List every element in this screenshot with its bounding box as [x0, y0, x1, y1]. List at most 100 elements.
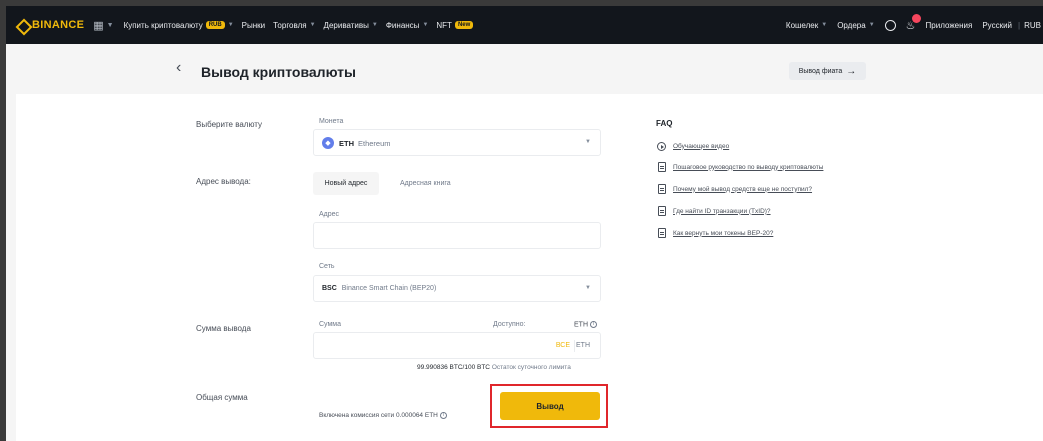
coin-select[interactable]: ◆ ETH Ethereum ▼: [313, 129, 601, 156]
network-select[interactable]: BSC Binance Smart Chain (BEP20) ▼: [313, 275, 601, 302]
menu-buy-crypto[interactable]: Купить криптовалюту RUB ▼: [124, 21, 234, 30]
menu-markets[interactable]: Рынки: [242, 21, 265, 30]
amount-input[interactable]: ВСЕ ETH: [313, 332, 601, 359]
faq-title: FAQ: [656, 119, 673, 128]
logo-text: BINANCE: [32, 19, 85, 31]
menu-label: NFT: [436, 20, 452, 30]
menu-derivatives[interactable]: Деривативы ▼: [324, 21, 378, 30]
back-arrow-icon[interactable]: ‹: [176, 59, 181, 77]
available-label: Доступно:: [493, 321, 526, 328]
menu-wallet[interactable]: Кошелек ▼: [786, 21, 827, 30]
menu-label: Деривативы: [323, 20, 369, 30]
address-input[interactable]: [313, 222, 601, 249]
faq-item-not-received[interactable]: Почему мой вывод средств еще не поступил…: [657, 184, 812, 194]
profile-button[interactable]: [884, 19, 896, 31]
faq-item-bep20[interactable]: Как вернуть мои токены BEP-20?: [657, 228, 773, 238]
coin-selected-value: ◆ ETH Ethereum: [322, 137, 391, 149]
total-section-label: Общая сумма: [196, 393, 248, 402]
page-title: Вывод криптовалюты: [201, 64, 356, 80]
network-selected-value: BSC Binance Smart Chain (BEP20): [322, 285, 436, 292]
faq-link: Почему мой вывод средств еще не поступил…: [673, 185, 813, 193]
fiat-withdraw-button[interactable]: Вывод фиата →: [789, 62, 866, 80]
button-label: Вывод фиата: [798, 67, 843, 75]
chevron-down-icon: ▼: [585, 139, 591, 145]
chevron-down-icon: ▼: [106, 21, 114, 29]
page-frame: BINANCE ▦ ▼ Купить криптовалюту RUB ▼ Ры…: [6, 6, 1043, 441]
currency-section-label: Выберите валюту: [196, 120, 263, 129]
menu-label: Кошелек: [785, 20, 819, 30]
network-label: Сеть: [319, 263, 335, 270]
coin-label: Монета: [319, 118, 344, 125]
faq-link: Как вернуть мои токены BEP-20?: [673, 229, 774, 237]
chevron-down-icon: ▼: [868, 22, 875, 28]
profile-icon: [884, 19, 896, 31]
menu-nft[interactable]: NFT New: [436, 20, 474, 30]
menu-label: Ордера: [837, 20, 866, 30]
chevron-down-icon: ▼: [309, 22, 316, 28]
daily-limit-value: 99.990836 BTC/100 BTC: [417, 364, 490, 371]
input-divider: [574, 340, 575, 352]
faq-link: Обучающее видео: [673, 142, 730, 150]
binance-logo[interactable]: BINANCE: [16, 19, 84, 31]
menu-label: Рынки: [241, 20, 266, 30]
network-name: Binance Smart Chain (BEP20): [341, 285, 437, 292]
menu-label: Купить криптовалюту: [123, 20, 203, 30]
document-icon: [657, 184, 666, 194]
menu-label: Торговля: [273, 20, 307, 30]
nav-divider: |: [1018, 20, 1021, 30]
chevron-down-icon: ▼: [422, 22, 429, 28]
faq-item-guide[interactable]: Пошаговое руководство по выводу криптова…: [657, 162, 823, 172]
currency-badge: RUB: [205, 21, 225, 29]
apps-grid-icon[interactable]: ▦: [93, 19, 103, 32]
withdraw-button[interactable]: Вывод: [500, 392, 600, 420]
document-icon: [657, 206, 666, 216]
currency-selector[interactable]: RUB: [1024, 21, 1041, 30]
nav-right-group: Кошелек ▼ Ордера ▼ ♨ Приложения Русский …: [776, 6, 1043, 44]
withdraw-panel: Выберите валюту Монета ◆ ETH Ethereum ▼ …: [16, 94, 1043, 441]
faq-item-txid[interactable]: Где найти ID транзакции (TxID)?: [657, 206, 771, 216]
fee-text: Включена комиссия сети 0.000064 ETH i: [319, 412, 447, 419]
faq-link: Где найти ID транзакции (TxID)?: [673, 207, 771, 215]
faq-link: Пошаговое руководство по выводу криптова…: [673, 163, 824, 171]
notification-dot: [911, 13, 921, 23]
tab-label: Новый адрес: [324, 180, 368, 187]
language-selector[interactable]: Русский: [982, 21, 1012, 30]
tab-address-book[interactable]: Адресная книга: [400, 180, 451, 187]
binance-logo-icon: [16, 19, 28, 31]
chevron-down-icon: ▼: [227, 22, 234, 28]
faq-item-video[interactable]: Обучающее видео: [657, 141, 729, 151]
menu-finance[interactable]: Финансы ▼: [386, 21, 429, 30]
daily-limit: 99.990836 BTC/100 BTC Остаток суточного …: [417, 364, 571, 371]
chevron-down-icon: ▼: [585, 285, 591, 291]
available-unit: ETH: [574, 321, 588, 329]
max-button[interactable]: ВСЕ: [556, 342, 570, 349]
top-navbar: BINANCE ▦ ▼ Купить криптовалюту RUB ▼ Ры…: [6, 6, 1043, 44]
available-balance: ETH i: [574, 321, 597, 328]
menu-trade[interactable]: Торговля ▼: [273, 21, 315, 30]
title-bar: ‹ Вывод криптовалюты Вывод фиата →: [6, 44, 1043, 94]
daily-limit-label: Остаток суточного лимита: [491, 364, 571, 371]
menu-label: RUB: [1024, 20, 1041, 30]
network-code: BSC: [322, 285, 337, 292]
menu-apps[interactable]: Приложения: [926, 21, 973, 30]
document-icon: [657, 228, 666, 238]
notifications-button[interactable]: ♨: [906, 13, 921, 32]
play-icon: [657, 141, 666, 151]
amount-label: Сумма: [319, 321, 341, 328]
fee-label: Включена комиссия сети 0.000064 ETH: [319, 412, 438, 420]
menu-label: Русский: [982, 20, 1013, 30]
address-field-label: Адрес: [319, 211, 340, 218]
menu-label: Приложения: [925, 20, 973, 30]
ethereum-icon: ◆: [322, 137, 334, 149]
button-label: Вывод: [536, 401, 564, 411]
chevron-down-icon: ▼: [371, 22, 378, 28]
document-icon: [657, 162, 666, 172]
chevron-down-icon: ▼: [821, 22, 828, 28]
tab-new-address[interactable]: Новый адрес: [313, 172, 379, 195]
amount-unit: ETH: [576, 342, 590, 349]
info-icon[interactable]: i: [439, 412, 447, 419]
info-icon[interactable]: i: [590, 321, 597, 328]
arrow-right-icon: →: [846, 65, 857, 77]
menu-orders[interactable]: Ордера ▼: [837, 21, 874, 30]
amount-section-label: Сумма вывода: [196, 324, 251, 333]
